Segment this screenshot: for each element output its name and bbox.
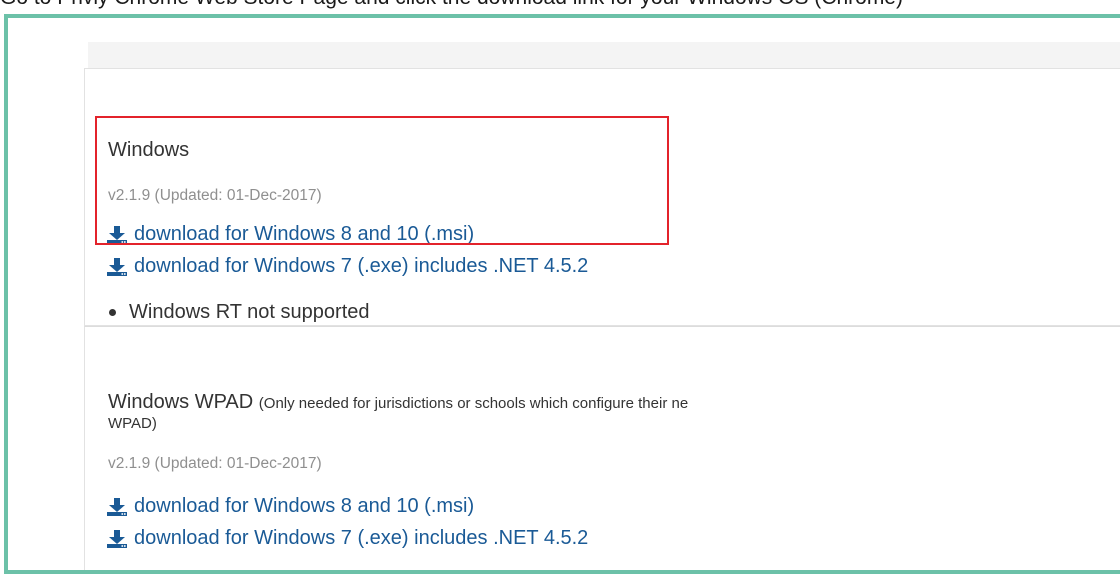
section-title-note: (Only needed for jurisdictions or school…: [258, 395, 689, 412]
page-caption: Go to Privly Chrome Web Store Page and c…: [0, 0, 1120, 14]
windows-wpad-download-card: Windows WPAD (Only needed for jurisdicti…: [84, 326, 1120, 570]
section-title-text: Windows: [108, 139, 190, 161]
download-icon: [106, 497, 128, 517]
download-link-wpad-win8-10-msi[interactable]: download for Windows 8 and 10 (.msi): [106, 495, 474, 518]
download-link-win8-10-msi[interactable]: download for Windows 8 and 10 (.msi): [106, 223, 474, 246]
section-title-continued: WPAD): [108, 415, 157, 432]
download-link-wpad-win7-exe[interactable]: download for Windows 7 (.exe) includes .…: [106, 527, 588, 550]
download-link-label: download for Windows 7 (.exe) includes .…: [134, 527, 589, 549]
version-info: v2.1.9 (Updated: 01-Dec-2017): [108, 455, 322, 472]
section-title-text: Windows WPAD: [108, 391, 254, 413]
download-link-label: download for Windows 8 and 10 (.msi): [134, 495, 475, 517]
not-supported-text: Windows RT not supported: [129, 301, 370, 323]
version-info: v2.1.9 (Updated: 01-Dec-2017): [108, 187, 322, 204]
bullet-icon: [109, 309, 116, 316]
section-title-wpad: Windows WPAD (Only needed for jurisdicti…: [108, 391, 688, 414]
download-link-label: download for Windows 7 (.exe) includes .…: [134, 255, 589, 277]
download-link-win7-exe[interactable]: download for Windows 7 (.exe) includes .…: [106, 255, 588, 278]
screenshot-frame: Windows v2.1.9 (Updated: 01-Dec-2017) do…: [4, 14, 1120, 574]
section-title-windows: Windows: [108, 139, 189, 162]
download-link-label: download for Windows 8 and 10 (.msi): [134, 223, 475, 245]
download-icon: [106, 225, 128, 245]
not-supported-note: Windows RT not supported: [109, 301, 370, 324]
windows-download-card: Windows v2.1.9 (Updated: 01-Dec-2017) do…: [84, 68, 1120, 326]
download-icon: [106, 529, 128, 549]
download-icon: [106, 257, 128, 277]
